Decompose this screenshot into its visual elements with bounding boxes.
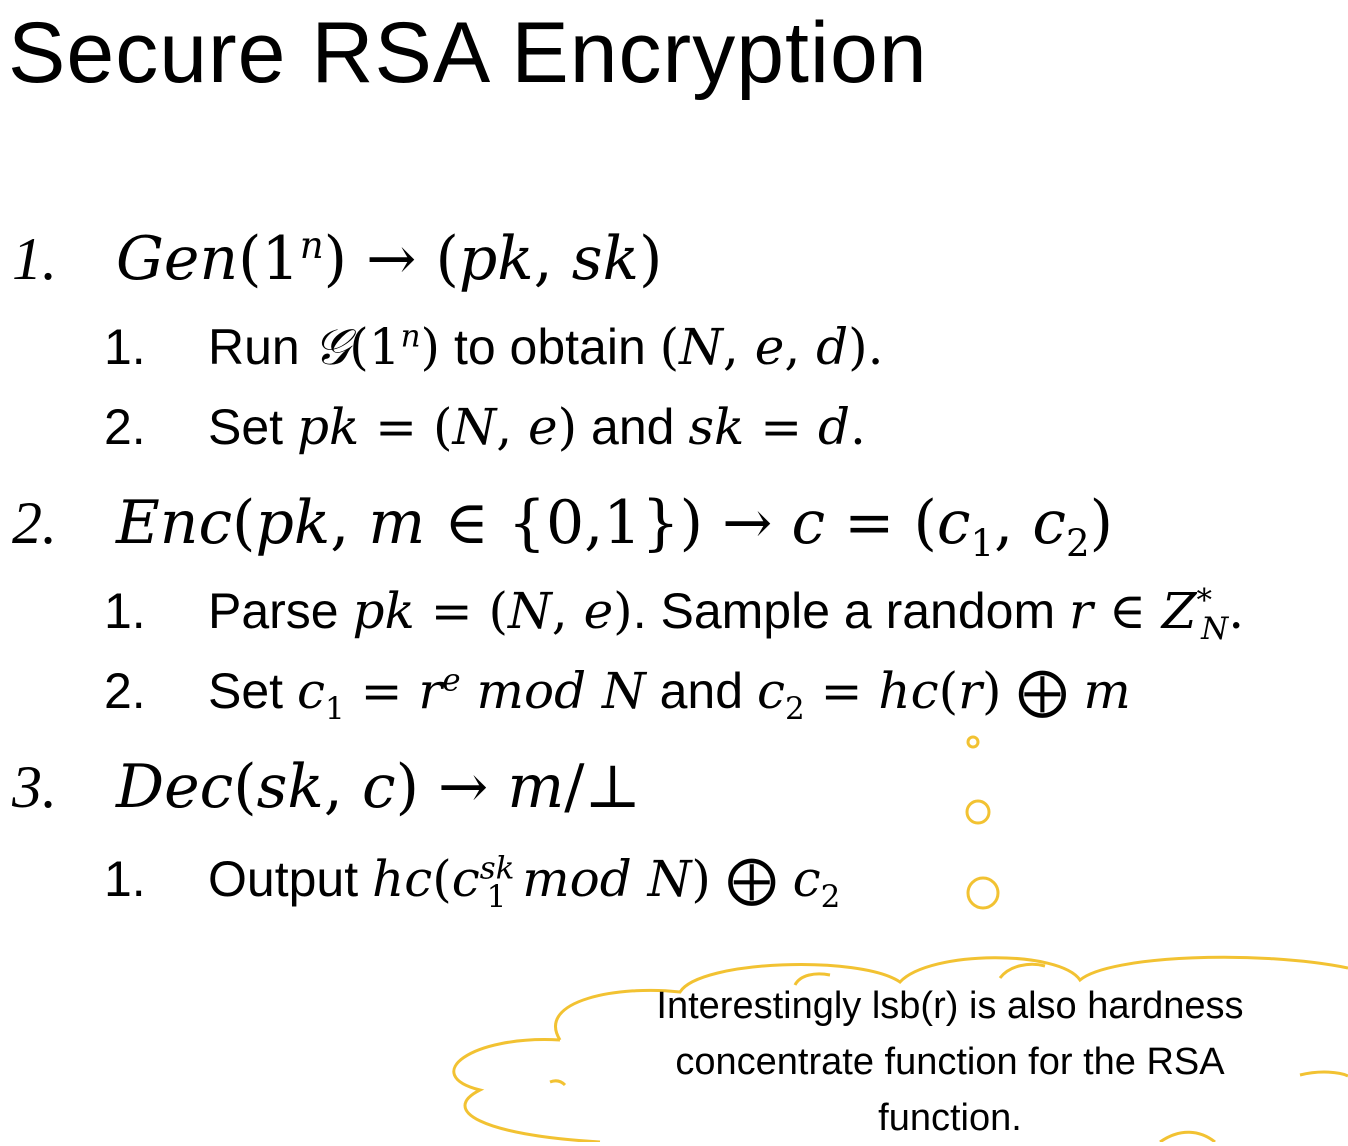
thought-bubble-medium [965,799,991,825]
callout-line-3: function. [878,1097,1022,1139]
thought-bubble-large [966,876,1000,910]
callout-line-2: concentrate function for the RSA [675,1041,1225,1083]
callout-text: Interestingly lsb(r) is also hardness co… [600,978,1300,1146]
thought-bubble-small [966,735,980,749]
callout-line-1: Interestingly lsb(r) is also hardness [656,985,1244,1027]
thought-cloud [452,735,1348,1142]
